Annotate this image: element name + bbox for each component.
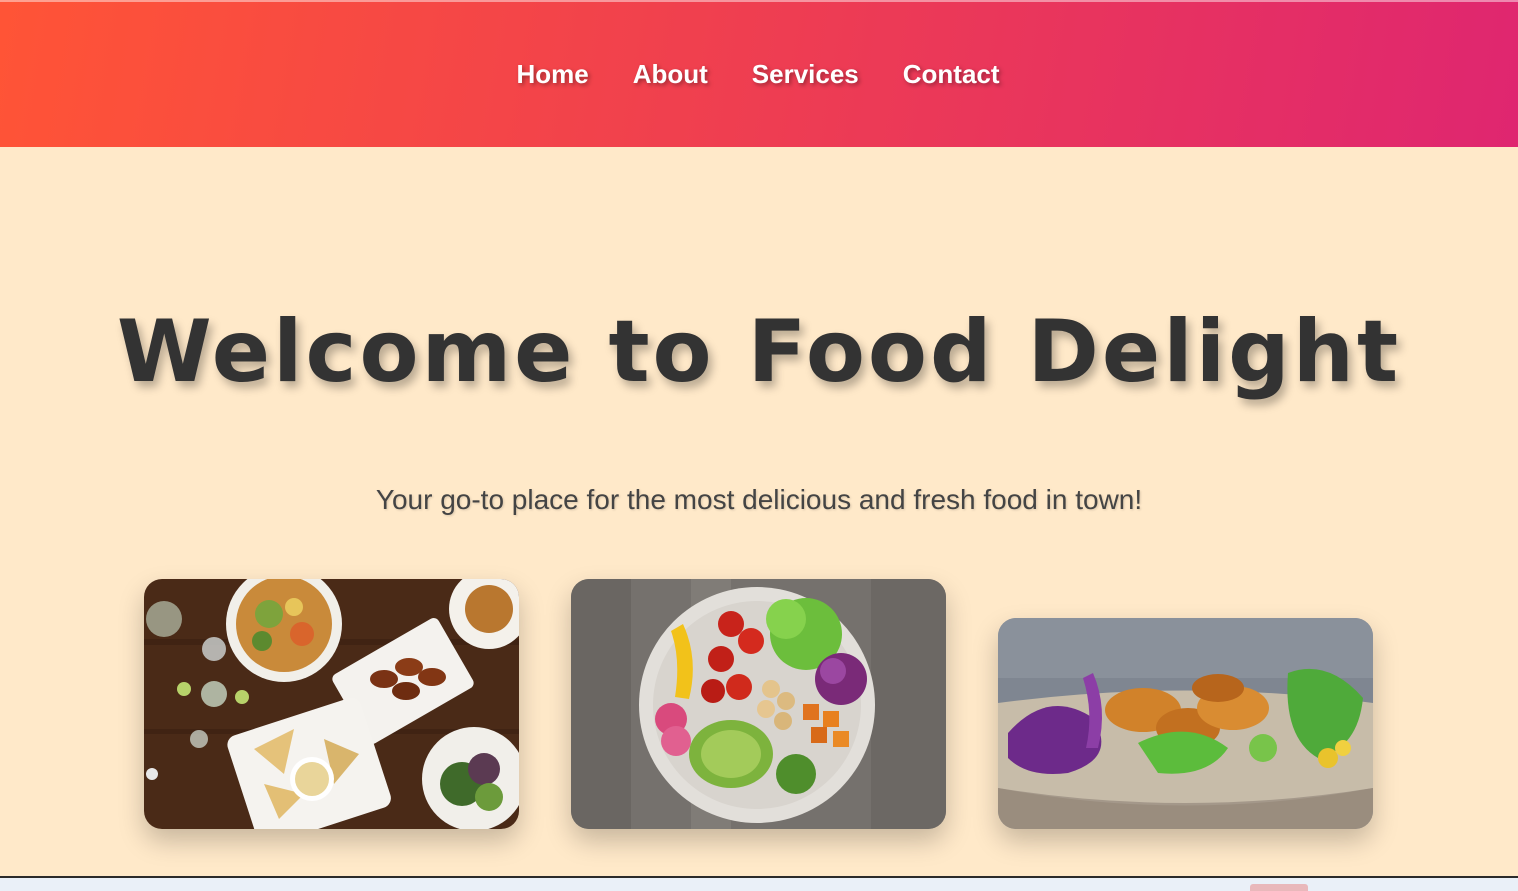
nav-link-services[interactable]: Services xyxy=(752,59,859,90)
gallery-photo-veggie-bowl xyxy=(571,579,946,829)
hero-title: Welcome to Food Delight xyxy=(116,302,1402,402)
table-spread-photo-icon xyxy=(144,579,519,829)
nav-link-home[interactable]: Home xyxy=(516,59,588,90)
taskbar-active-item[interactable] xyxy=(1250,884,1308,891)
nav-link-contact[interactable]: Contact xyxy=(903,59,1000,90)
gallery-photo-chicken-salad xyxy=(998,618,1373,829)
gallery-photo-table-spread xyxy=(144,579,519,829)
top-navbar: Home About Services Contact xyxy=(0,0,1518,147)
nav-menu: Home About Services Contact xyxy=(516,59,999,90)
nav-link-about[interactable]: About xyxy=(633,59,708,90)
hero-subtitle: Your go-to place for the most delicious … xyxy=(375,484,1143,515)
chicken-salad-photo-icon xyxy=(998,618,1373,829)
veggie-bowl-photo-icon xyxy=(571,579,946,829)
